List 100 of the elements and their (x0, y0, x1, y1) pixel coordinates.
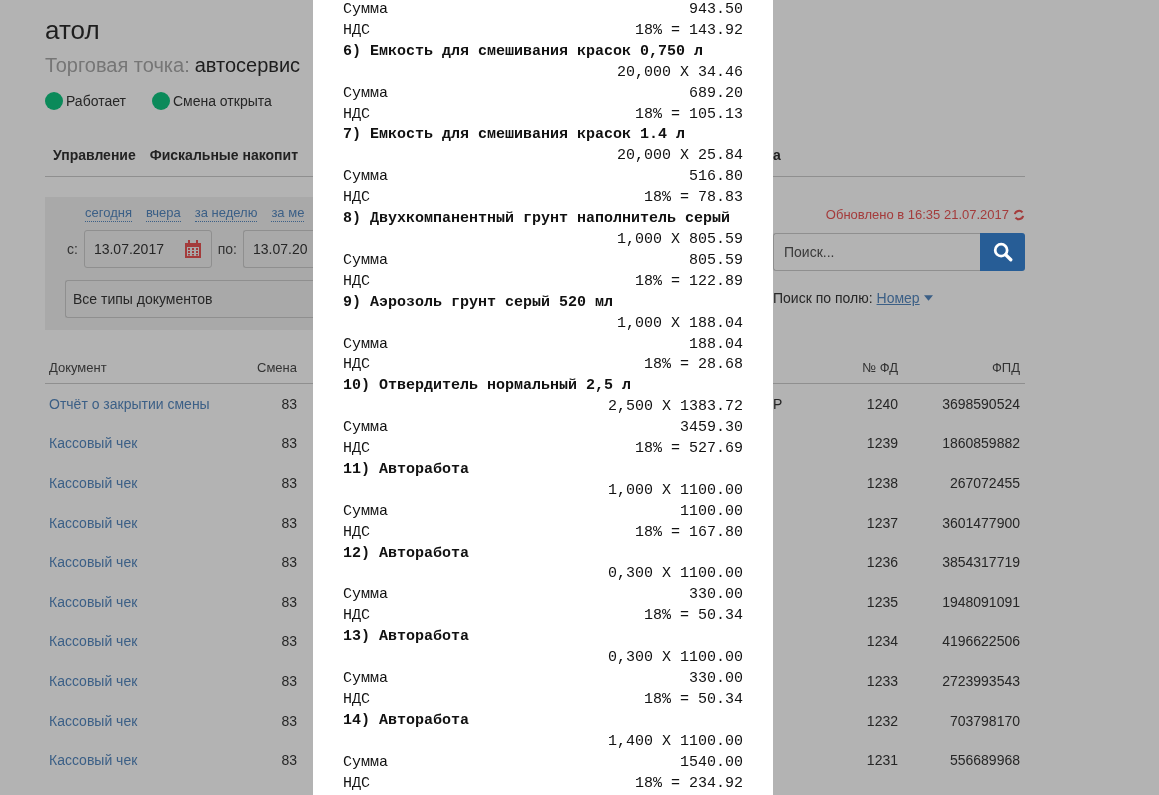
calendar-icon[interactable] (183, 240, 202, 258)
document-link[interactable]: Кассовый чек (49, 712, 249, 729)
receipt-label: НДС (343, 439, 370, 460)
receipt-quantity: 1,000 X 188.04 (616, 313, 743, 334)
nav-tab[interactable]: а (773, 143, 781, 167)
receipt-label: Сумма (343, 669, 388, 689)
receipt-item: 9) Аэрозоль грунт серый 520 мл (343, 292, 614, 313)
receipt-label: Сумма (343, 501, 388, 522)
column-header: Документ (49, 360, 108, 375)
search-icon (991, 241, 1014, 263)
table-cell-text: 1231 (865, 752, 898, 769)
receipt-label: НДС (343, 355, 370, 376)
document-link[interactable]: Кассовый чек (49, 752, 249, 769)
receipt-label: Сумма (343, 0, 388, 20)
table-cell-text: 83 (280, 593, 297, 610)
receipt-quantity: 20,000 X 34.46 (616, 62, 743, 83)
nav-tab[interactable]: Фискальные накопит (149, 143, 298, 167)
document-link[interactable]: Кассовый чек (49, 672, 249, 689)
table-cell-text: 703798170 (948, 712, 1020, 729)
document-link[interactable]: Кассовый чек (49, 435, 249, 452)
table-cell-text: 3698590524 (941, 395, 1020, 412)
to-label: по: (217, 241, 237, 257)
table-cell-text: 1236 (865, 554, 898, 571)
receipt-label: НДС (343, 20, 370, 41)
search-field-link[interactable]: Номер (876, 283, 920, 313)
document-link[interactable]: Отчёт о закрытии смены (49, 395, 249, 412)
status-label: Смена открыта (172, 93, 272, 109)
table-cell-text: 1233 (865, 672, 898, 689)
receipt-item: 12) Авторабота (343, 543, 470, 564)
receipt-label: Сумма (343, 752, 388, 773)
table-cell-text: 83 (280, 672, 297, 689)
search-field[interactable]: Поиск... (773, 233, 980, 271)
updated-text: Обновлено в 16:35 21.07.2017 (825, 206, 1009, 224)
receipt-item: 13) Авторабота (343, 627, 470, 648)
receipt-quantity: 0,300 X 1100.00 (607, 648, 743, 669)
receipt-quantity: 1,000 X 1100.00 (607, 480, 743, 501)
receipt-item: 14) Авторабота (343, 710, 470, 731)
receipt-value: 18% = 50.34 (643, 606, 743, 627)
receipt-value: 18% = 50.34 (643, 689, 743, 710)
receipt-value: 330.00 (689, 585, 743, 606)
document-link[interactable]: Кассовый чек (49, 633, 249, 650)
table-cell-text: 2723993543 (941, 672, 1020, 689)
receipt-item: 11) Авторабота (343, 459, 470, 480)
table-cell-text: 1948091091 (941, 593, 1020, 610)
column-header: Смена (256, 360, 297, 375)
table-cell-text: 1234 (865, 633, 898, 650)
receipt-label: НДС (343, 689, 370, 710)
table-cell-text: 83 (280, 475, 297, 491)
column-header: № ФД (861, 360, 898, 375)
document-link[interactable]: Кассовый чек (49, 475, 249, 491)
document-link[interactable]: Кассовый чек (49, 554, 249, 571)
receipt-value: 18% = 234.92 (634, 773, 743, 794)
nav-tab[interactable]: Управление (53, 143, 136, 167)
receipt-value: 943.50 (689, 0, 743, 20)
receipt-label: НДС (343, 271, 370, 292)
table-cell-text: 83 (280, 712, 297, 729)
table-cell-text: 1235 (865, 593, 898, 610)
status-label: Работает (66, 93, 126, 109)
document-link[interactable]: Кассовый чек (49, 514, 249, 531)
table-cell-text: 1238 (865, 475, 898, 491)
receipt-item: 7) Емкость для смешивания красок 1.4 л (343, 125, 686, 146)
document-link[interactable]: Кассовый чек (49, 593, 249, 610)
receipt-value: 3459.30 (680, 418, 743, 439)
table-cell-text: 83 (280, 554, 297, 571)
table-cell-text: 1240 (865, 395, 898, 412)
refresh-icon[interactable] (1013, 209, 1025, 221)
date-range-link[interactable]: за ме (271, 205, 305, 222)
receipt-value: 18% = 122.89 (634, 271, 743, 292)
caret-icon[interactable] (923, 295, 933, 301)
date-range-link[interactable]: вчера (145, 205, 181, 222)
search-button[interactable] (980, 233, 1025, 271)
receipt-quantity: 1,000 X 805.59 (616, 229, 743, 250)
receipt-label: НДС (343, 104, 370, 125)
store-label: Торговая точка: (45, 54, 190, 76)
receipt-value: 18% = 28.68 (643, 355, 743, 376)
receipt-quantity: 0,300 X 1100.00 (607, 564, 743, 585)
receipt-value: 805.59 (689, 250, 743, 271)
table-cell-text: 556689968 (948, 752, 1020, 769)
table-cell-text: 83 (280, 633, 297, 650)
date-range-link[interactable]: сегодня (85, 205, 132, 222)
table-cell-text: 1860859882 (941, 435, 1020, 452)
receipt-value: 330.00 (689, 669, 743, 689)
receipt-item: 10) Отвердитель нормальный 2,5 л (343, 376, 632, 397)
receipt-label: Сумма (343, 167, 388, 188)
receipt-label: Сумма (343, 250, 388, 271)
table-cell-text: 1239 (865, 435, 898, 452)
receipt-value: 689.20 (689, 83, 743, 104)
receipt-item: 6) Емкость для смешивания красок 0,750 л (343, 41, 704, 62)
table-cell: Р (773, 395, 783, 412)
table-cell-text: 83 (280, 435, 297, 452)
column-header: ФПД (990, 360, 1020, 375)
document-type-select[interactable]: Все типы документов (65, 280, 313, 318)
receipt-value: 1100.00 (680, 501, 743, 522)
table-cell-text: 83 (280, 395, 297, 412)
search-by-label: Поиск по полю: (773, 289, 873, 308)
receipt-label: Сумма (343, 418, 388, 439)
table-cell-text: 267072455 (948, 475, 1020, 491)
receipt-quantity: 20,000 X 25.84 (616, 146, 743, 167)
date-from-field[interactable]: 13.07.2017 (83, 230, 212, 268)
date-range-link[interactable]: за неделю (194, 205, 258, 222)
